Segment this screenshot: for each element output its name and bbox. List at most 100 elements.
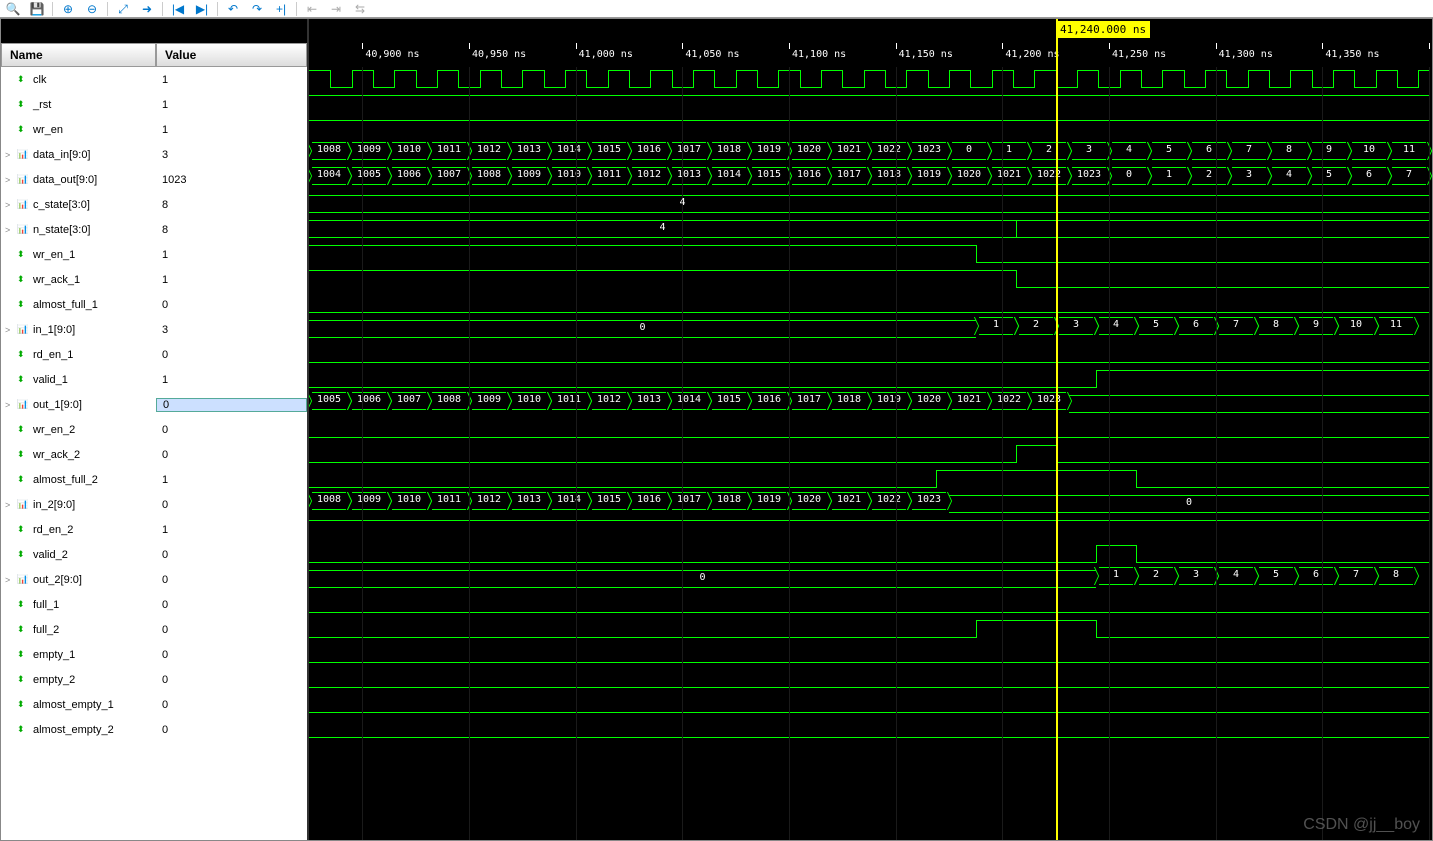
expand-icon[interactable]: >	[5, 225, 15, 235]
wave-row[interactable]: 012345678	[309, 567, 1432, 592]
signal-name: full_2	[33, 624, 59, 636]
zoom-in-icon[interactable]: ⊕	[59, 2, 77, 16]
fit-icon[interactable]: ⤢	[114, 2, 132, 16]
zoom-out-icon[interactable]: ⊖	[83, 2, 101, 16]
signal-value: 0	[156, 549, 307, 561]
wave-row[interactable]: 4	[309, 192, 1432, 217]
signal-type-icon: 📊	[17, 199, 31, 211]
name-header[interactable]: Name	[1, 43, 156, 67]
wave-row[interactable]: 1005100610071008100910101011101210131014…	[309, 392, 1432, 417]
wave-row[interactable]: 01234567891011	[309, 317, 1432, 342]
signal-row[interactable]: ⬍full_10	[1, 592, 307, 617]
expand-icon[interactable]: >	[5, 400, 15, 410]
signal-row[interactable]: ⬍almost_empty_10	[1, 692, 307, 717]
signal-row[interactable]: ⬍almost_empty_20	[1, 717, 307, 742]
time-ruler[interactable]: 40,900 ns40,950 ns41,000 ns41,050 ns41,1…	[309, 43, 1432, 67]
wave-row[interactable]	[309, 342, 1432, 367]
signal-row[interactable]: >📊in_2[9:0]0	[1, 492, 307, 517]
signal-row[interactable]: >📊out_1[9:0]0	[1, 392, 307, 417]
search-icon[interactable]: 🔍	[4, 2, 22, 16]
signal-row[interactable]: ⬍_rst1	[1, 92, 307, 117]
cursor-line[interactable]	[1056, 19, 1058, 840]
wave-row[interactable]	[309, 92, 1432, 117]
signal-type-icon: ⬍	[17, 599, 31, 611]
signal-row[interactable]: ⬍almost_full_10	[1, 292, 307, 317]
last-icon[interactable]: ▶|	[193, 2, 211, 16]
signal-value: 1	[156, 74, 307, 86]
wave-row[interactable]	[309, 367, 1432, 392]
first-icon[interactable]: |◀	[169, 2, 187, 16]
wave-row[interactable]	[309, 592, 1432, 617]
signal-row[interactable]: ⬍wr_ack_11	[1, 267, 307, 292]
signal-type-icon: ⬍	[17, 274, 31, 286]
expand-icon[interactable]: >	[5, 175, 15, 185]
expand-icon[interactable]: >	[5, 325, 15, 335]
signal-row[interactable]: ⬍rd_en_21	[1, 517, 307, 542]
wave-row[interactable]	[309, 692, 1432, 717]
wave-row[interactable]	[309, 642, 1432, 667]
next-edge-icon[interactable]: ⇥	[327, 2, 345, 16]
wave-row[interactable]	[309, 467, 1432, 492]
signal-list[interactable]: ⬍clk1 ⬍_rst1 ⬍wr_en1>📊data_in[9:0]3>📊dat…	[1, 67, 307, 840]
wave-row[interactable]: 1004100510061007100810091010101110121013…	[309, 167, 1432, 192]
signal-row[interactable]: ⬍empty_20	[1, 667, 307, 692]
signal-row[interactable]: >📊in_1[9:0]3	[1, 317, 307, 342]
expand-icon[interactable]: >	[5, 500, 15, 510]
wave-row[interactable]	[309, 542, 1432, 567]
wave-row[interactable]: 4	[309, 217, 1432, 242]
wave-row[interactable]	[309, 617, 1432, 642]
signal-name: almost_full_1	[33, 299, 98, 311]
expand-icon[interactable]: >	[5, 200, 15, 210]
wave-row[interactable]: 1008100910101011101210131014101510161017…	[309, 142, 1432, 167]
signal-type-icon: ⬍	[17, 474, 31, 486]
signal-row[interactable]: >📊out_2[9:0]0	[1, 567, 307, 592]
signal-row[interactable]: ⬍valid_11	[1, 367, 307, 392]
wave-row[interactable]	[309, 517, 1432, 542]
wave-row[interactable]	[309, 267, 1432, 292]
prev-edge-icon[interactable]: ⇤	[303, 2, 321, 16]
expand-icon[interactable]: >	[5, 150, 15, 160]
signal-value: 8	[156, 224, 307, 236]
goto-icon[interactable]: ➜	[138, 2, 156, 16]
swap-icon[interactable]: ⇆	[351, 2, 369, 16]
signal-row[interactable]: >📊data_in[9:0]3	[1, 142, 307, 167]
add-marker-icon[interactable]: +|	[272, 2, 290, 16]
wave-row[interactable]: 1008100910101011101210131014101510161017…	[309, 492, 1432, 517]
signal-row[interactable]: ⬍empty_10	[1, 642, 307, 667]
wave-panel[interactable]: 41,240.000 ns 40,900 ns40,950 ns41,000 n…	[309, 19, 1432, 840]
wave-row[interactable]	[309, 417, 1432, 442]
signal-type-icon: 📊	[17, 224, 31, 236]
signal-value: 0	[156, 349, 307, 361]
signal-row[interactable]: >📊n_state[3:0]8	[1, 217, 307, 242]
wave-row[interactable]	[309, 717, 1432, 742]
wave-row[interactable]	[309, 67, 1432, 92]
signal-row[interactable]: >📊c_state[3:0]8	[1, 192, 307, 217]
expand-icon[interactable]: >	[5, 575, 15, 585]
signal-row[interactable]: ⬍wr_ack_20	[1, 442, 307, 467]
wave-row[interactable]	[309, 117, 1432, 142]
signal-value: 0	[156, 699, 307, 711]
step-back-icon[interactable]: ↶	[224, 2, 242, 16]
cursor-time[interactable]: 41,240.000 ns	[1056, 21, 1150, 38]
signal-row[interactable]: ⬍wr_en1	[1, 117, 307, 142]
signal-row[interactable]: ⬍valid_20	[1, 542, 307, 567]
signal-type-icon: 📊	[17, 324, 31, 336]
wave-row[interactable]	[309, 667, 1432, 692]
wave-row[interactable]	[309, 242, 1432, 267]
signal-name: data_out[9:0]	[33, 174, 97, 186]
signal-row[interactable]: ⬍clk1	[1, 67, 307, 92]
signal-value: 8	[156, 199, 307, 211]
signal-type-icon: 📊	[17, 399, 31, 411]
signal-row[interactable]: ⬍wr_en_20	[1, 417, 307, 442]
step-fwd-icon[interactable]: ↷	[248, 2, 266, 16]
signal-row[interactable]: ⬍rd_en_10	[1, 342, 307, 367]
signal-row[interactable]: ⬍full_20	[1, 617, 307, 642]
signal-row[interactable]: ⬍almost_full_21	[1, 467, 307, 492]
wave-row[interactable]	[309, 292, 1432, 317]
signal-value: 0	[156, 449, 307, 461]
signal-row[interactable]: ⬍wr_en_11	[1, 242, 307, 267]
save-icon[interactable]: 💾	[28, 2, 46, 16]
signal-row[interactable]: >📊data_out[9:0]1023	[1, 167, 307, 192]
value-header[interactable]: Value	[156, 43, 307, 67]
wave-row[interactable]	[309, 442, 1432, 467]
